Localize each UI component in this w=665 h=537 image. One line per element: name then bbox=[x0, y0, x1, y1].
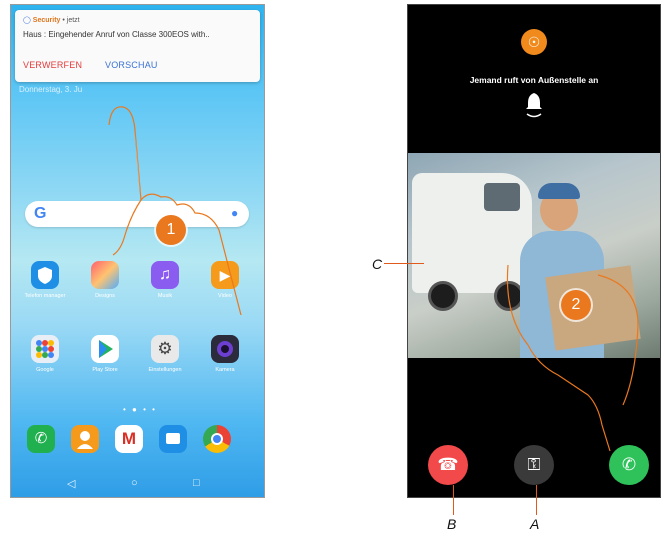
app-label: Telefon manager bbox=[24, 293, 66, 299]
lockscreen-date: Donnerstag, 3. Ju bbox=[19, 85, 83, 94]
notification-message: Haus : Eingehender Anruf von Classe 300E… bbox=[23, 30, 210, 39]
shield-icon bbox=[31, 261, 59, 289]
preview-button[interactable]: VORSCHAU bbox=[105, 60, 158, 70]
google-logo-icon: G bbox=[34, 205, 47, 222]
page-indicator: • ● • • bbox=[123, 405, 157, 414]
phone-incoming-call-screen: ☉ Jemand ruft von Außenstelle an ☎ ⚿ ✆ bbox=[407, 4, 661, 498]
van-window bbox=[484, 183, 520, 211]
app-label: Kamera bbox=[215, 367, 235, 373]
shield-small-icon: ◯ bbox=[23, 17, 31, 24]
phone-icon[interactable]: ✆ bbox=[27, 425, 55, 453]
phone-home-screen: ◯ Security • jetzt Haus : Eingehender An… bbox=[10, 4, 265, 498]
ringing-bell-icon bbox=[525, 91, 543, 126]
tap-hand-illustration bbox=[506, 264, 639, 452]
notification-time: jetzt bbox=[66, 17, 80, 24]
security-notification[interactable]: ◯ Security • jetzt Haus : Eingehender An… bbox=[15, 10, 260, 82]
callout-a: A bbox=[530, 516, 540, 532]
step-marker-2: 2 bbox=[561, 290, 591, 320]
chrome-icon[interactable] bbox=[203, 425, 231, 453]
gmail-icon[interactable]: M bbox=[115, 425, 143, 453]
messages-icon[interactable] bbox=[159, 425, 187, 453]
van-wheel bbox=[428, 281, 458, 311]
android-nav-bar: ◁ ○ □ bbox=[11, 473, 264, 497]
home-icon[interactable]: ○ bbox=[131, 477, 138, 489]
callout-a-line bbox=[536, 485, 537, 515]
notification-app-name: Security bbox=[32, 17, 61, 24]
accept-call-button[interactable]: ✆ bbox=[609, 445, 649, 485]
phone-icon: ✆ bbox=[621, 455, 637, 474]
recents-icon[interactable]: □ bbox=[193, 477, 200, 489]
incoming-call-text: Jemand ruft von Außenstelle an bbox=[469, 75, 599, 85]
callout-c: C bbox=[372, 256, 383, 272]
callout-b: B bbox=[447, 516, 457, 532]
contacts-icon[interactable] bbox=[71, 425, 99, 453]
key-icon: ⚿ bbox=[527, 455, 541, 474]
back-icon[interactable]: ◁ bbox=[67, 477, 75, 490]
door-lock-button[interactable]: ⚿ bbox=[514, 445, 554, 485]
app-label: Play Store bbox=[92, 367, 118, 373]
shield-app-icon: ☉ bbox=[521, 29, 547, 55]
dismiss-button[interactable]: VERWERFEN bbox=[23, 60, 82, 70]
person-cap bbox=[538, 183, 580, 199]
app-label: Einstellungen bbox=[148, 367, 182, 373]
app-label: Google bbox=[36, 367, 54, 373]
step-marker-1: 1 bbox=[156, 215, 186, 245]
callout-c-line bbox=[384, 263, 424, 264]
google-folder-icon bbox=[31, 335, 59, 363]
hang-up-icon: ☎ bbox=[437, 455, 459, 474]
decline-call-button[interactable]: ☎ bbox=[428, 445, 468, 485]
notification-header: ◯ Security • jetzt bbox=[23, 17, 80, 24]
callout-b-line bbox=[453, 485, 454, 515]
